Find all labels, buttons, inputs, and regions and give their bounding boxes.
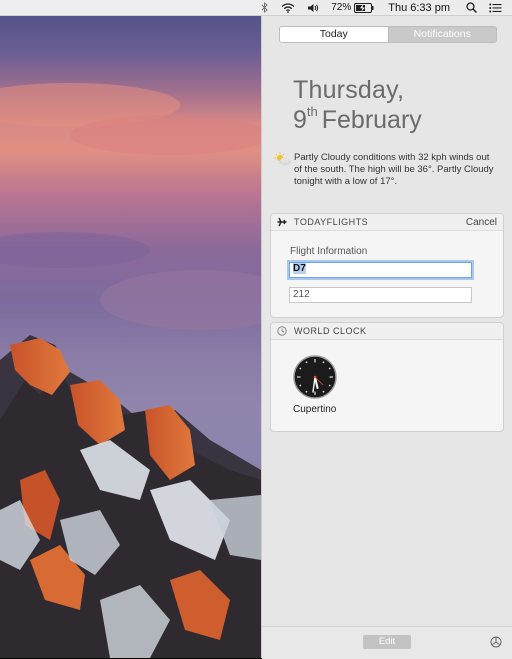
date-day: 9 [293, 106, 307, 134]
date-weekday: Thursday, [293, 76, 405, 104]
date-suffix: th [306, 104, 318, 119]
battery-percent: 72% [331, 2, 352, 13]
partly-cloudy-icon [274, 152, 292, 169]
airline-code-value: D7 [293, 263, 306, 274]
battery-status[interactable]: 72% [331, 2, 374, 13]
wifi-icon[interactable] [281, 2, 295, 13]
tab-today[interactable]: Today [280, 27, 388, 42]
airplane-icon [277, 217, 287, 227]
panel-bottom-bar: Edit [262, 626, 512, 659]
battery-icon [354, 2, 374, 13]
flight-info-label: Flight Information [290, 246, 368, 257]
notification-center-icon[interactable] [489, 3, 502, 13]
airline-code-input[interactable]: D7 [289, 262, 472, 278]
world-clock-widget: WORLD CLOCK Cupertino [270, 322, 504, 432]
view-switcher: Today Notifications [279, 26, 497, 43]
date-month: February [321, 106, 422, 134]
clock-city-label: Cupertino [293, 404, 337, 415]
widget-title: TODAYFLIGHTS [294, 217, 369, 227]
edit-button[interactable]: Edit [363, 635, 411, 649]
app-store-extensions-icon[interactable] [490, 636, 502, 651]
menu-bar: 72% Thu 6:33 pm [0, 0, 512, 16]
widget-header: WORLD CLOCK [271, 323, 503, 340]
clock-icon [277, 326, 287, 336]
cancel-button[interactable]: Cancel [466, 217, 497, 228]
analog-clock-face [293, 355, 337, 402]
todayflights-widget: TODAYFLIGHTS Cancel Flight Information D… [270, 213, 504, 318]
flight-number-input[interactable]: 212 [289, 287, 472, 303]
menubar-clock[interactable]: Thu 6:33 pm [388, 2, 450, 14]
tab-notifications[interactable]: Notifications [387, 27, 496, 42]
spotlight-search-icon[interactable] [466, 2, 477, 13]
bluetooth-icon[interactable] [261, 2, 269, 13]
desktop-wallpaper [0, 0, 261, 658]
date-day-month: 9th February [293, 104, 422, 135]
volume-icon[interactable] [307, 3, 319, 13]
widget-header: TODAYFLIGHTS Cancel [271, 214, 503, 231]
weather-text: Partly Cloudy conditions with 32 kph win… [294, 152, 494, 187]
widget-title: WORLD CLOCK [294, 326, 367, 336]
notification-center-panel: Today Notifications Thursday, 9th Februar… [261, 16, 512, 659]
